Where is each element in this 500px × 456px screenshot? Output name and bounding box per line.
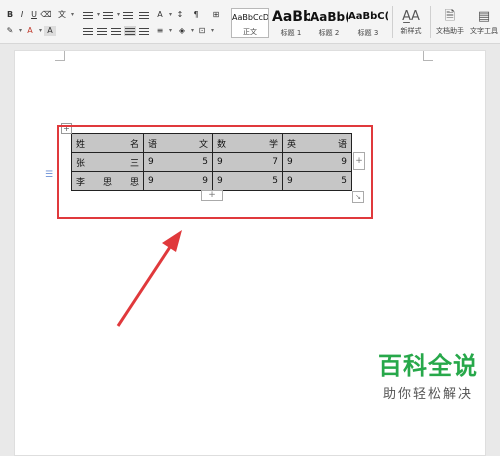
indent-icon[interactable] (138, 10, 150, 20)
font-color-icon[interactable]: A (24, 26, 42, 36)
distribute-icon[interactable] (138, 26, 150, 36)
margin-corner-mark (423, 51, 433, 61)
paragraph-mark-icon: ☰ (45, 170, 54, 180)
align-right-icon[interactable] (110, 26, 122, 36)
highlight-box (57, 125, 373, 219)
eraser-icon[interactable]: ⌫ (40, 10, 52, 20)
new-style-button[interactable]: A̲A 新样式 (396, 8, 426, 36)
style-normal[interactable]: AaBbCcDd 正文 (231, 8, 269, 38)
align-center-icon[interactable] (96, 26, 108, 36)
watermark-subtitle: 助你轻松解决 (382, 387, 473, 402)
text-tools-label: 文字工具 (470, 27, 498, 35)
style-normal-name: 正文 (243, 28, 257, 36)
style-heading-2[interactable]: AaBb( 标题 2 (310, 8, 348, 38)
align-left-icon[interactable] (82, 26, 94, 36)
text-tools-button[interactable]: ▤ 文字工具 (468, 8, 500, 36)
outdent-icon[interactable] (122, 10, 134, 20)
justify-icon[interactable] (124, 26, 136, 36)
doc-assistant-icon: 🗎 (444, 9, 456, 24)
shading-icon[interactable]: ◈ (176, 26, 194, 36)
highlight-color-icon[interactable]: ✎ (4, 26, 22, 36)
ribbon-separator (392, 6, 393, 38)
phonetic-icon[interactable]: 文 (56, 10, 74, 20)
style-heading-3[interactable]: AaBbC( 标题 3 (348, 8, 388, 38)
line-spacing-icon[interactable]: ≡ (154, 26, 172, 36)
italic-icon[interactable]: I (16, 10, 28, 20)
borders-icon[interactable]: ⊡ (196, 26, 214, 36)
bold-icon[interactable]: B (4, 10, 16, 20)
doc-assistant-button[interactable]: 🗎 文档助手 (434, 8, 466, 36)
doc-assistant-label: 文档助手 (436, 27, 464, 35)
char-shading-icon[interactable]: A (44, 26, 56, 36)
style-heading-1[interactable]: AaBb 标题 1 (272, 8, 310, 38)
show-marks-icon[interactable]: ¶ (190, 10, 202, 20)
style-heading-2-sample: AaBb( (310, 10, 348, 24)
numbered-list-icon[interactable] (102, 10, 120, 20)
bullet-list-icon[interactable] (82, 10, 100, 20)
annotation-arrow (116, 230, 182, 327)
new-style-label: 新样式 (400, 27, 422, 35)
style-heading-3-sample: AaBbC( (348, 11, 388, 22)
style-heading-3-name: 标题 3 (357, 29, 379, 37)
watermark-title: 百科全说 (378, 352, 478, 380)
underline-icon[interactable]: U (28, 10, 40, 20)
table-grid-icon[interactable]: ⊞ (210, 10, 222, 20)
text-tools-icon: ▤ (477, 9, 491, 24)
chinese-layout-icon[interactable]: A (154, 10, 172, 20)
ribbon-separator (430, 6, 431, 38)
style-normal-sample: AaBbCcDd (232, 13, 268, 22)
ribbon-toolbar: B I U ⌫ 文 A ↕ ¶ ⊞ ✎ A A ≡ ◈ ⊡ AaBbCcDd 正… (0, 0, 500, 44)
sort-icon[interactable]: ↕ (174, 10, 186, 20)
style-heading-1-sample: AaBb (272, 9, 310, 25)
new-style-icon: A̲A (402, 9, 420, 24)
watermark-logo: 百科全说 助你轻松解决 (362, 346, 494, 402)
margin-corner-mark (55, 51, 65, 61)
style-heading-1-name: 标题 1 (280, 29, 302, 37)
style-heading-2-name: 标题 2 (318, 29, 340, 37)
